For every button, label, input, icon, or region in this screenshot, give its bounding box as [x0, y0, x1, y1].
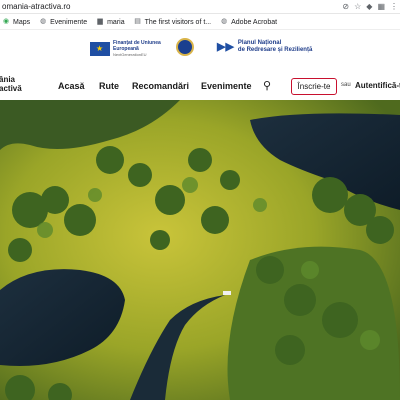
nav-recomandari[interactable]: Recomandări — [132, 81, 189, 91]
logo-line2: activă — [0, 84, 22, 93]
extension-icon[interactable]: ◆ — [366, 2, 372, 12]
bookmark-maria[interactable]: ▆ maria — [96, 18, 125, 26]
eye-off-icon[interactable]: ⊘ — [342, 2, 349, 12]
bookmark-label: Evenimente — [50, 18, 88, 26]
bookmark-evenimente[interactable]: ◍ Evenimente — [39, 18, 87, 26]
address-bar[interactable]: omania-atractiva.ro ⊘ ☆ ◆ ▦ ⋮ — [0, 0, 400, 14]
pnrr-mark-icon: ▶▶ — [217, 41, 234, 53]
government-seal-icon — [176, 38, 194, 56]
translate-icon[interactable]: ▦ — [377, 2, 385, 12]
bookmark-label: The first visitors of t... — [144, 18, 212, 26]
pnrr-logo: ▶▶ Planul Național de Redresare și Rezil… — [217, 40, 312, 54]
url-text[interactable]: omania-atractiva.ro — [2, 2, 70, 11]
eu-funding-logo: Finanțat de Uniunea Europeană NextGenera… — [90, 40, 171, 58]
nav-rute[interactable]: Rute — [99, 81, 119, 91]
bookmark-maps[interactable]: ◉ Maps — [2, 18, 30, 26]
bookmarks-bar: ◉ Maps ◍ Evenimente ▆ maria ▤ The first … — [0, 15, 400, 30]
eu-subtitle: NextGenerationEU — [113, 52, 147, 57]
pnrr-text: Planul Național de Redresare și Rezilien… — [238, 40, 312, 54]
site-logo[interactable]: ânia activă — [0, 75, 22, 93]
globe-icon: ◍ — [40, 18, 47, 25]
login-link[interactable]: Autentifică-t — [355, 81, 400, 90]
or-text: sau — [341, 82, 351, 88]
aerial-landscape-illustration — [0, 100, 400, 400]
maps-icon: ◉ — [2, 18, 10, 25]
bookmark-label: maria — [107, 18, 125, 26]
logo-line1: ânia — [0, 75, 16, 84]
bookmark-first-visitors[interactable]: ▤ The first visitors of t... — [134, 18, 212, 26]
bookmark-label: Adobe Acrobat — [231, 18, 278, 26]
menu-icon[interactable]: ⋮ — [390, 2, 398, 12]
bookmark-adobe-acrobat[interactable]: ◍ Adobe Acrobat — [220, 18, 277, 26]
hero-image — [0, 100, 400, 400]
eu-title: Finanțat de Uniunea Europeană — [113, 40, 161, 52]
search-icon[interactable]: ⚲ — [263, 80, 271, 92]
globe-icon: ◍ — [221, 18, 228, 25]
bookmark-label: Maps — [13, 18, 31, 26]
address-bar-icons: ⊘ ☆ ◆ ▦ ⋮ — [342, 2, 398, 12]
nav-acasa[interactable]: Acasă — [58, 81, 85, 91]
star-icon[interactable]: ☆ — [354, 2, 361, 12]
page-icon: ▤ — [134, 18, 141, 25]
eu-funding-text: Finanțat de Uniunea Europeană NextGenera… — [113, 40, 171, 58]
nav-evenimente[interactable]: Evenimente — [201, 81, 252, 91]
funding-strip — [0, 31, 400, 65]
signup-button[interactable]: Înscrie-te — [291, 78, 337, 95]
pnrr-line2: de Redresare și Reziliență — [237, 47, 313, 53]
eu-flag-icon — [90, 42, 110, 56]
folder-icon: ▆ — [97, 18, 103, 25]
pnrr-line1: Planul Național — [237, 40, 282, 46]
